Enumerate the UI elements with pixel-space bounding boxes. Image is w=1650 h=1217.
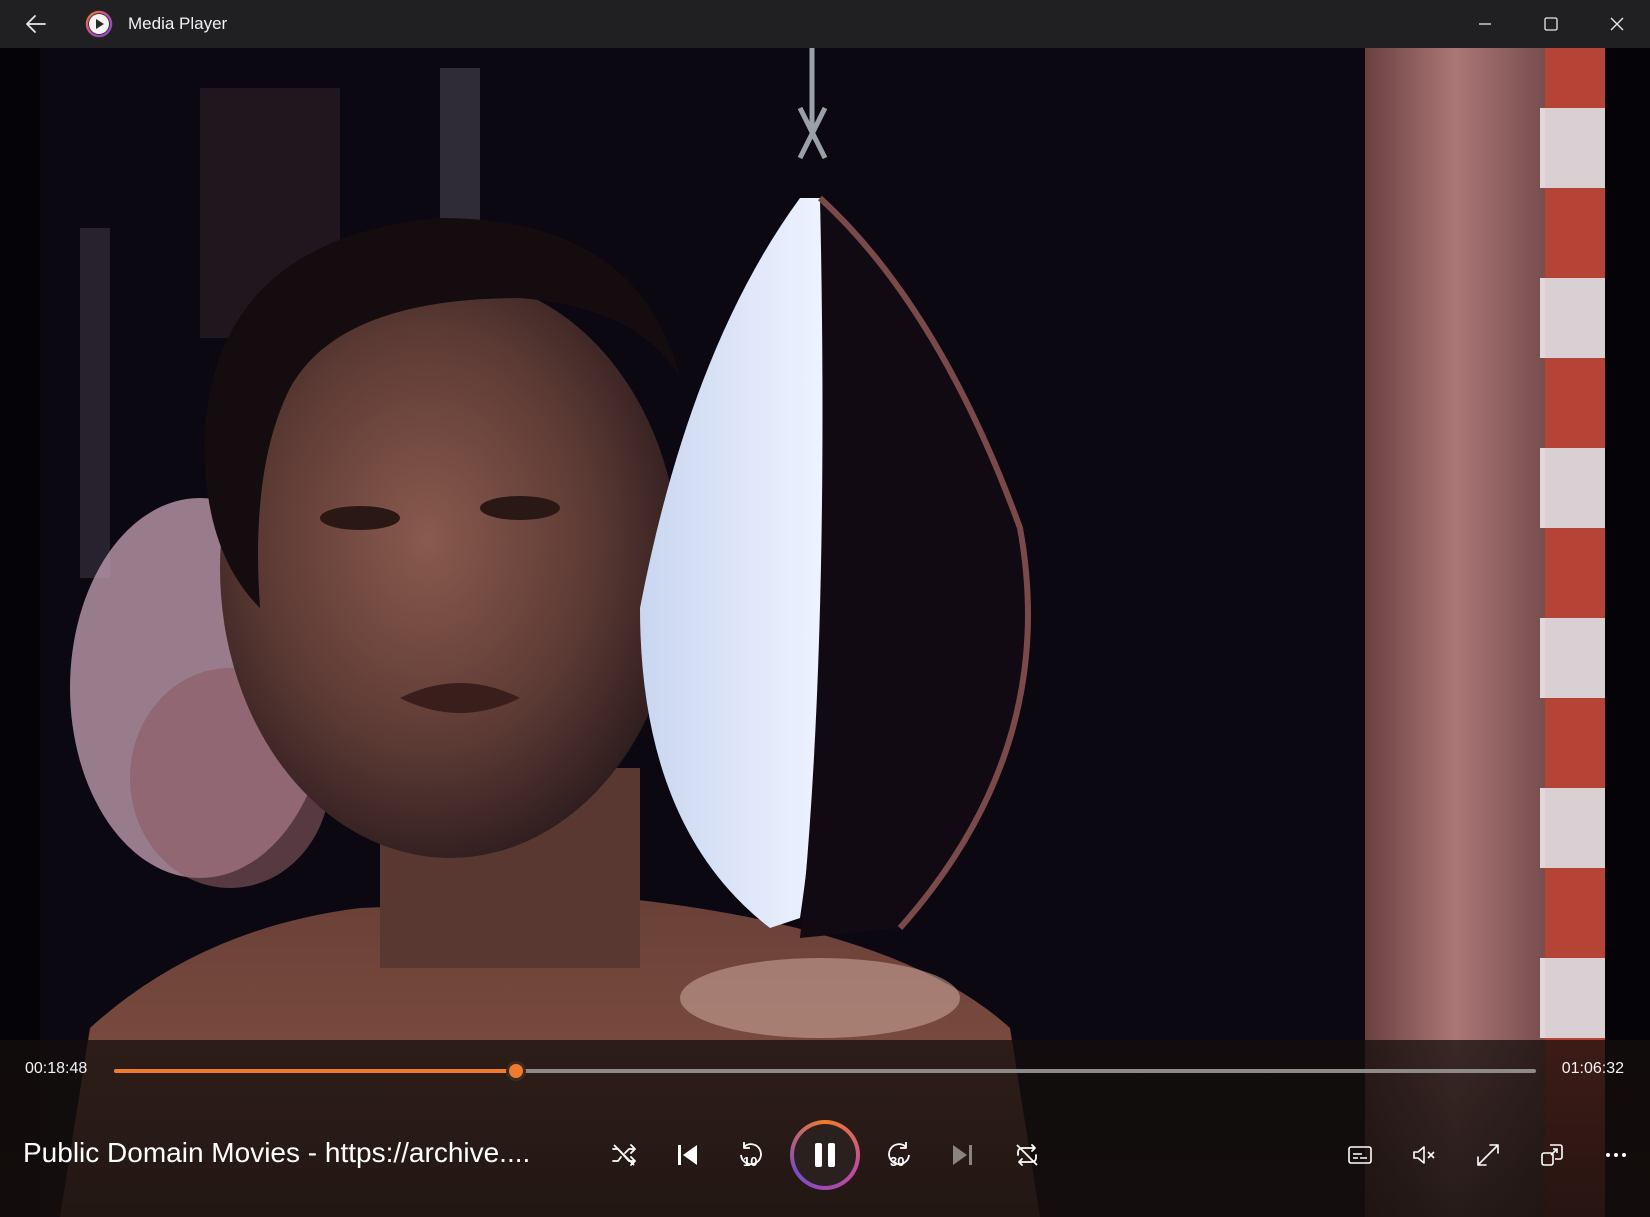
back-button[interactable] [0,0,72,48]
previous-button[interactable] [660,1128,714,1182]
skip-next-icon [953,1145,972,1165]
next-button[interactable] [936,1128,990,1182]
now-playing-title: Public Domain Movies - https://archive..… [23,1137,531,1168]
miniplayer-icon [1541,1144,1563,1166]
media-player-icon [84,9,114,39]
repeat-off-icon [1016,1144,1038,1166]
rewind-seconds-label: 10 [743,1154,758,1169]
volume-mute-icon [1413,1146,1435,1164]
window-controls [1452,0,1650,48]
seek-bar[interactable] [114,1061,1536,1081]
close-button[interactable] [1584,0,1650,48]
media-player-window: Media Player 00:18:48 01:06:32 Public Do… [0,0,1650,1217]
seek-thumb[interactable] [505,1061,526,1081]
pause-button-inner [794,1124,856,1186]
maximize-button[interactable] [1518,0,1584,48]
minimize-button[interactable] [1452,0,1518,48]
shuffle-button[interactable] [597,1128,651,1182]
pause-icon [815,1143,835,1167]
elapsed-time: 00:18:48 [25,1060,88,1077]
more-options-icon [1606,1153,1626,1157]
shuffle-off-icon [612,1144,636,1166]
window-title: Media Player [128,14,228,33]
miniplayer-button[interactable] [1525,1128,1579,1182]
pause-button[interactable] [790,1120,860,1190]
fullscreen-button[interactable] [1461,1128,1515,1182]
repeat-button[interactable] [1000,1128,1054,1182]
maximize-icon [1544,17,1558,31]
arrow-left-icon [26,15,46,33]
skip-previous-icon [678,1145,697,1165]
total-duration: 01:06:32 [1561,1060,1624,1077]
fullscreen-icon [1477,1144,1499,1166]
minimize-icon [1479,23,1491,25]
more-options-button[interactable] [1589,1128,1643,1182]
rewind-10-button[interactable]: 10 [724,1128,778,1182]
captions-icon [1348,1146,1372,1164]
volume-button[interactable] [1397,1128,1451,1182]
title-bar: Media Player [0,0,1650,48]
seek-progress [114,1069,516,1073]
forward-seconds-label: 30 [890,1154,905,1169]
captions-button[interactable] [1333,1128,1387,1182]
close-icon [1610,17,1624,31]
forward-30-button[interactable]: 30 [872,1128,926,1182]
